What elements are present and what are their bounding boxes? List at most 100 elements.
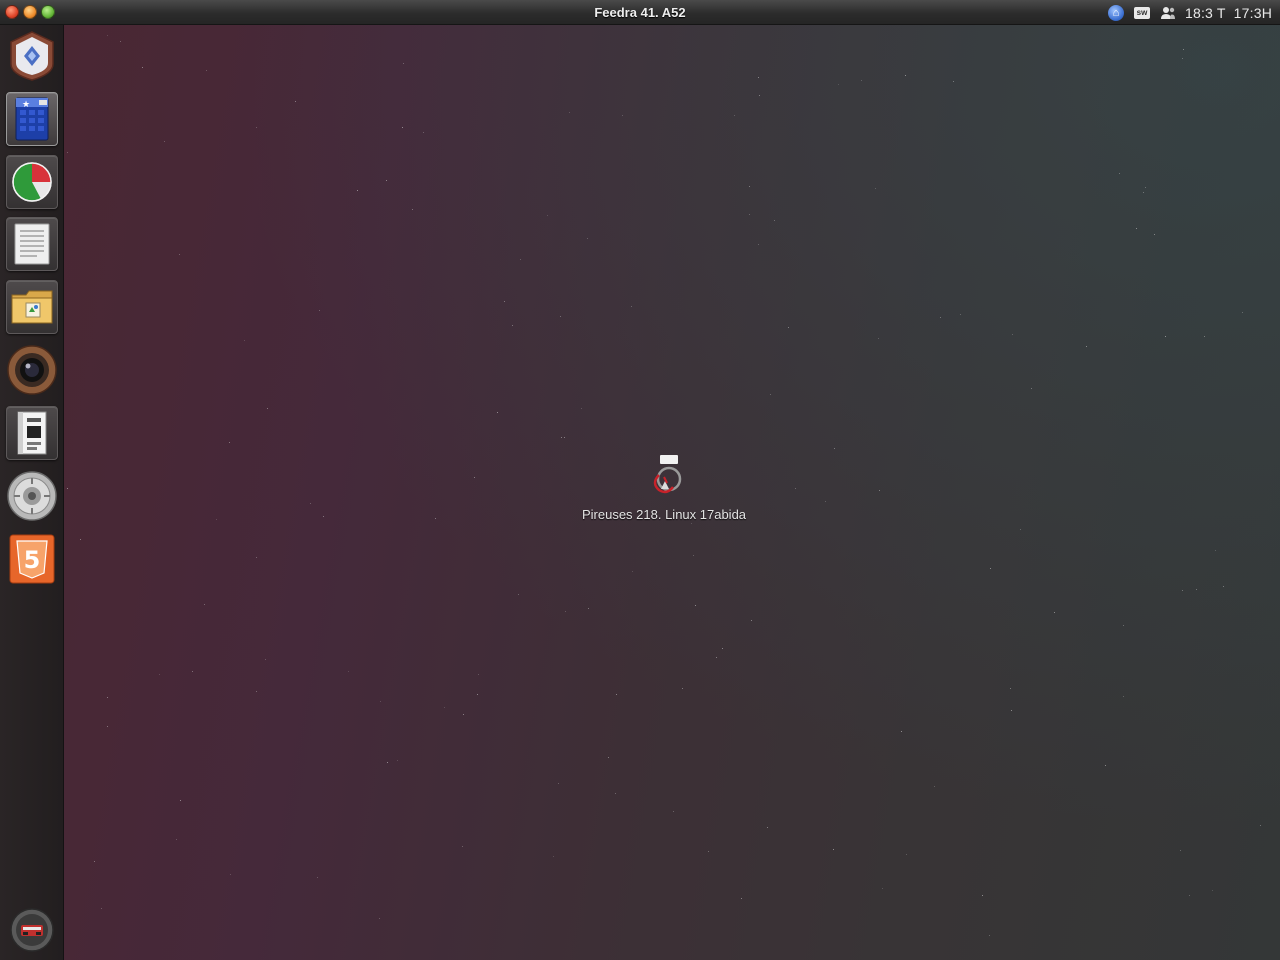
wallpaper-speck [734,115,735,116]
wallpaper-speck [767,827,768,828]
wallpaper-speck [67,152,68,153]
top-panel: Feedra 41. A52 ⌂ sw 18:3 T 17:3H [0,0,1280,25]
wallpaper-speck [397,760,398,761]
wallpaper-speck [588,608,589,609]
wallpaper-speck [1012,334,1013,335]
wallpaper-speck [80,539,81,540]
wallpaper-speck [558,783,559,784]
shield-icon [10,31,54,81]
wallpaper-speck [1182,590,1183,591]
messaging-icon[interactable]: sw [1133,4,1151,22]
wallpaper-speck [1143,192,1144,193]
wallpaper-speck [882,888,883,889]
launcher-trash[interactable] [6,903,58,957]
wallpaper-speck [402,127,403,128]
wallpaper-speck [256,691,257,692]
wallpaper-speck [142,67,143,68]
user-icon[interactable] [1159,4,1177,22]
desktop-background[interactable]: Pireuses 218. Linux 17abida [64,25,1280,960]
maximize-window-button[interactable] [41,5,55,19]
wallpaper-speck [520,259,521,260]
wallpaper-speck [1086,346,1087,347]
clock-secondary[interactable]: 17:3H [1234,5,1272,21]
launcher: ★ 5 [0,25,64,960]
wallpaper-speck [632,571,633,572]
wallpaper-speck [990,568,991,569]
wallpaper-speck [1011,710,1012,711]
launcher-document-viewer[interactable] [6,406,58,460]
minimize-window-button[interactable] [23,5,37,19]
clock-primary[interactable]: 18:3 T [1185,5,1226,21]
launcher-chart-app[interactable] [6,155,58,209]
wallpaper-speck [256,127,257,128]
wallpaper-speck [319,310,320,311]
wallpaper-speck [989,935,990,936]
window-controls [5,5,55,19]
wallpaper-speck [107,726,108,727]
wallpaper-speck [478,674,479,675]
wallpaper-speck [693,555,694,556]
launcher-calendar-app[interactable]: ★ [6,92,58,146]
wallpaper-speck [256,557,257,558]
indicator-area: ⌂ sw 18:3 T 17:3H [1107,0,1272,25]
close-window-button[interactable] [5,5,19,19]
svg-text:★: ★ [22,100,30,110]
wallpaper-speck [267,408,268,409]
wallpaper-speck [518,594,519,595]
wallpaper-speck [1105,765,1106,766]
wallpaper-speck [230,874,231,875]
wallpaper-speck [204,604,205,605]
wallpaper-speck [357,190,358,191]
wallpaper-speck [749,186,750,187]
launcher-files[interactable] [6,280,58,334]
wallpaper-speck [906,854,907,855]
wallpaper-speck [722,648,723,649]
wallpaper-speck [795,488,796,489]
wallpaper-speck [905,75,906,76]
launcher-settings[interactable] [6,469,58,523]
wallpaper-speck [673,811,674,812]
launcher-html5[interactable]: 5 [6,532,58,586]
wallpaper-speck [164,141,165,142]
wallpaper-speck [770,394,771,395]
wallpaper-speck [317,877,318,878]
wallpaper-speck [615,793,616,794]
wallpaper-speck [462,846,463,847]
network-icon[interactable]: ⌂ [1107,4,1125,22]
wallpaper-speck [1189,895,1190,896]
wallpaper-speck [1145,187,1146,188]
wallpaper-speck [861,80,862,81]
wallpaper-speck [107,697,108,698]
wallpaper-speck [348,671,349,672]
wallpaper-speck [463,714,464,715]
center-notice: Pireuses 218. Linux 17abida [564,453,764,522]
wallpaper-speck [622,115,623,116]
wallpaper-speck [1020,529,1021,530]
wallpaper-speck [403,63,404,64]
launcher-home-app[interactable] [6,29,58,83]
panel-title: Feedra 41. A52 [594,5,686,20]
wallpaper-speck [1204,336,1205,337]
wallpaper-speck [608,757,609,758]
wallpaper-speck [1123,625,1124,626]
folder-icon [11,290,53,324]
wallpaper-speck [497,412,498,413]
wallpaper-speck [107,35,108,36]
document-icon [14,223,50,265]
wallpaper-speck [953,81,954,82]
launcher-camera[interactable] [6,343,58,397]
wallpaper-speck [1182,58,1183,59]
launcher-text-editor[interactable] [6,217,58,271]
wallpaper-speck [695,605,696,606]
wallpaper-speck [244,340,245,341]
wallpaper-speck [708,851,709,852]
book-icon [17,411,47,455]
wallpaper-speck [901,731,902,732]
wallpaper-speck [1154,234,1155,235]
wallpaper-speck [1212,890,1213,891]
html5-label: 5 [24,546,41,574]
wallpaper-speck [192,671,193,672]
gear-disk-icon [7,471,57,521]
wallpaper-speck [751,620,752,621]
wallpaper-speck [759,95,760,96]
